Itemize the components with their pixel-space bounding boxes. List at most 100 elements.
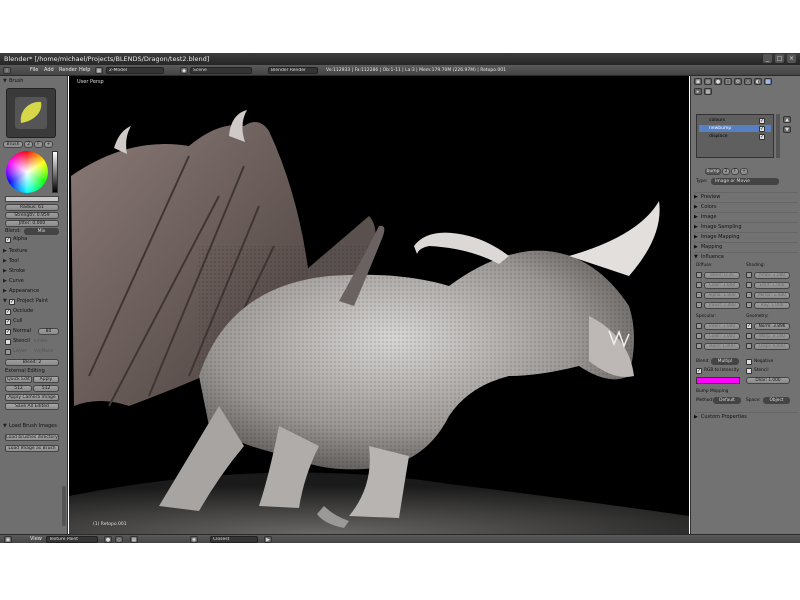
brush-preview[interactable] xyxy=(6,88,56,138)
object-tab-icon[interactable]: □ xyxy=(724,78,732,85)
size-x-field[interactable]: 512 xyxy=(5,385,32,392)
panel-image-header[interactable]: ▶ Image xyxy=(694,212,798,221)
apply-button[interactable]: Apply xyxy=(33,376,59,383)
diffuse-color-checkbox[interactable] xyxy=(696,282,702,288)
scene-tab-icon[interactable]: ◎ xyxy=(704,78,712,85)
jitter-field[interactable]: Jitter: 0.000 xyxy=(5,220,59,227)
geometry-normal-checkbox[interactable]: ✓ xyxy=(746,323,752,329)
geometry-warp-checkbox[interactable] xyxy=(746,333,752,339)
scene-select[interactable]: Scene xyxy=(190,67,252,74)
shading-ambient-checkbox[interactable] xyxy=(746,272,752,278)
alpha-checkbox[interactable]: ✓ xyxy=(5,237,11,243)
menu-add[interactable]: Add xyxy=(44,65,54,76)
bump-method-select[interactable]: Default xyxy=(713,397,741,404)
panel-appearance-header[interactable]: ▶ Appearance xyxy=(3,288,65,295)
texture-name-field[interactable]: bump xyxy=(705,168,721,175)
texture-enable-checkbox[interactable]: ✓ xyxy=(759,134,765,140)
quick-edit-button[interactable]: Quick Edit xyxy=(5,376,32,383)
panel-curve-header[interactable]: ▶ Curve xyxy=(3,278,65,285)
bleed-field[interactable]: Bleed: 2 xyxy=(5,359,59,366)
panel-preview-header[interactable]: ▶ Preview xyxy=(694,192,798,201)
influence-stencil-checkbox[interactable] xyxy=(746,368,752,374)
specular-color-field[interactable]: Color: 1.000 xyxy=(704,333,740,340)
panel-brush-header[interactable]: ▼ Brush xyxy=(3,78,65,85)
data-tab-icon[interactable]: △ xyxy=(744,78,752,85)
screen-select[interactable]: 2-Model xyxy=(106,67,164,74)
panel-colors-header[interactable]: ▶ Colors xyxy=(694,202,798,211)
snap-icon[interactable]: ◉ xyxy=(190,536,198,543)
panel-project-paint-header[interactable]: ▼ ✓ Project Paint xyxy=(3,298,65,305)
shading-mirror-field[interactable]: Mirror: 1.000 xyxy=(754,292,790,299)
tool-shelf-scrollbar[interactable] xyxy=(62,486,66,526)
stencil-checkbox[interactable] xyxy=(5,339,11,345)
render-tab-icon[interactable]: ▣ xyxy=(694,78,702,85)
mode-select[interactable]: Texture Paint xyxy=(46,536,98,543)
negative-checkbox[interactable] xyxy=(746,359,752,365)
bump-space-select[interactable]: Object xyxy=(763,397,790,404)
brush-add-button[interactable]: + xyxy=(44,141,53,148)
3d-viewport[interactable]: User Persp (1) Retopo.001 xyxy=(69,76,689,534)
value-slider[interactable] xyxy=(52,151,58,193)
move-down-icon[interactable]: ▼ xyxy=(783,126,791,133)
texture-list-scrollbar[interactable] xyxy=(776,114,780,158)
editor-type-icon[interactable]: ▣ xyxy=(4,536,12,543)
brush-name-field[interactable]: Brush xyxy=(3,141,23,148)
geometry-displace-checkbox[interactable] xyxy=(746,343,752,349)
shading-emit-field[interactable]: Emit: 1.000 xyxy=(754,282,790,289)
diffuse-translucency-field[interactable]: Transl: 1.000 xyxy=(704,302,740,309)
normal-angle-field[interactable]: 80 xyxy=(38,328,59,335)
specular-intensity-checkbox[interactable] xyxy=(696,323,702,329)
texture-new-button[interactable]: + xyxy=(740,168,748,175)
diffuse-alpha-checkbox[interactable] xyxy=(696,292,702,298)
panel-stroke-header[interactable]: ▶ Stroke xyxy=(3,268,65,275)
panel-load-brush-images-header[interactable]: ▼ Load Brush Images xyxy=(3,423,65,430)
texture-enable-checkbox[interactable]: ✓ xyxy=(759,118,765,124)
load-image-as-brush-button[interactable]: Load Image as Brush xyxy=(5,445,59,452)
render-engine-select[interactable]: Blender Render xyxy=(268,67,318,74)
snap-target-select[interactable]: Closest xyxy=(210,536,258,543)
texture-fake-user-button[interactable]: F xyxy=(731,168,739,175)
diffuse-intensity-checkbox[interactable] xyxy=(696,272,702,278)
dvar-field[interactable]: DVar: 1.000 xyxy=(746,377,790,384)
texture-breadcrumb-icon[interactable]: ▦ xyxy=(704,88,712,95)
scene-icon[interactable]: ◆ xyxy=(180,67,188,74)
panel-image-mapping-header[interactable]: ▶ Image Mapping xyxy=(694,232,798,241)
screen-layout-icon[interactable]: ▦ xyxy=(95,67,103,74)
brush-fake-user-button[interactable]: F xyxy=(34,141,43,148)
radius-field[interactable]: Radius: 61 xyxy=(5,204,59,211)
occlude-checkbox[interactable]: ✓ xyxy=(5,309,11,315)
panel-tool-header[interactable]: ▶ Tool xyxy=(3,258,65,265)
specular-intensity-field[interactable]: Inten: 1.000 xyxy=(704,323,740,330)
diffuse-color-field[interactable]: Color: 1.000 xyxy=(704,282,740,289)
texture-tab-icon[interactable]: ▦ xyxy=(764,78,772,85)
maximize-button[interactable]: □ xyxy=(775,54,784,63)
panel-texture-header[interactable]: ▶ Texture xyxy=(3,248,65,255)
load-brushes-directory-button[interactable]: Load brushes directory xyxy=(5,434,59,441)
menu-view[interactable]: View xyxy=(30,535,42,544)
color-wheel[interactable] xyxy=(6,151,48,193)
cull-checkbox[interactable]: ✓ xyxy=(5,319,11,325)
shading-ray-field[interactable]: Ray: 1.000 xyxy=(754,302,790,309)
normal-checkbox[interactable]: ✓ xyxy=(5,329,11,335)
editor-type-icon[interactable]: i xyxy=(3,67,11,74)
rgb-to-intensity-checkbox[interactable]: ✓ xyxy=(696,368,702,374)
shading-emit-checkbox[interactable] xyxy=(746,282,752,288)
layer-checkbox[interactable] xyxy=(5,349,11,355)
material-tab-icon[interactable]: ◐ xyxy=(754,78,762,85)
menu-render[interactable]: Render xyxy=(59,65,77,76)
layers-icon[interactable]: ▦ xyxy=(130,536,138,543)
specular-hardness-field[interactable]: Hard: 1.000 xyxy=(704,343,740,350)
geometry-warp-field[interactable]: Warp: 0.000 xyxy=(754,333,790,340)
texture-users-count[interactable]: 2 xyxy=(722,168,730,175)
shading-ray-checkbox[interactable] xyxy=(746,302,752,308)
project-paint-checkbox[interactable]: ✓ xyxy=(9,299,15,305)
diffuse-intensity-field[interactable]: Inten: 0.35 xyxy=(704,272,740,279)
influence-blend-select[interactable]: Multipl xyxy=(711,358,739,365)
strength-field[interactable]: Strength: 0.959 xyxy=(5,212,59,219)
specular-color-checkbox[interactable] xyxy=(696,333,702,339)
size-y-field[interactable]: 512 xyxy=(33,385,59,392)
panel-influence-header[interactable]: ▼ Influence xyxy=(694,252,798,261)
save-all-edited-button[interactable]: Save All Edited xyxy=(5,403,59,410)
close-button[interactable]: × xyxy=(787,54,796,63)
rgb-color-swatch[interactable] xyxy=(696,377,740,384)
